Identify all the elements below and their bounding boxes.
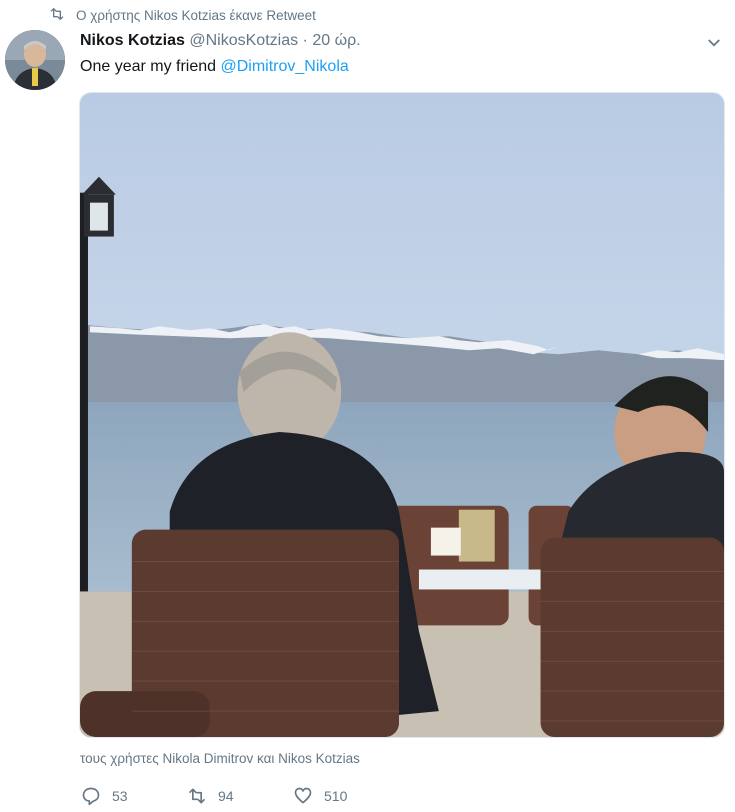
tweet-actions: 53 94 510 xyxy=(80,786,398,806)
like-count: 510 xyxy=(324,788,348,804)
reply-icon xyxy=(82,787,100,806)
tweet-photo[interactable] xyxy=(79,92,725,738)
avatar[interactable] xyxy=(5,30,65,90)
tweet-header: Nikos Kotzias @NikosKotzias · 20 ώρ. xyxy=(80,32,361,50)
heart-icon xyxy=(294,787,312,804)
tagged-users[interactable]: τους χρήστες Nikola Dimitrov και Nikos K… xyxy=(80,751,360,766)
retweet-icon xyxy=(48,6,66,25)
reply-button[interactable]: 53 xyxy=(80,786,186,806)
tweet-text: One year my friend @Dimitrov_Nikola xyxy=(80,58,349,76)
retweet-button[interactable]: 94 xyxy=(186,786,292,806)
author-handle[interactable]: @NikosKotzias xyxy=(189,32,298,49)
mention-link[interactable]: @Dimitrov_Nikola xyxy=(221,58,349,75)
like-button[interactable]: 510 xyxy=(292,786,398,806)
chevron-down-icon[interactable] xyxy=(703,34,725,52)
header-separator: · xyxy=(302,32,308,49)
retweet-count: 94 xyxy=(218,788,234,804)
reply-count: 53 xyxy=(112,788,128,804)
author-name[interactable]: Nikos Kotzias xyxy=(80,32,185,49)
retweet-notice-text: Ο χρήστης Nikos Kotzias έκανε Retweet xyxy=(76,8,316,23)
retweet-notice: Ο χρήστης Nikos Kotzias έκανε Retweet xyxy=(48,6,316,25)
retweet-icon xyxy=(188,788,206,804)
tweet-text-body: One year my friend xyxy=(80,58,221,75)
timestamp[interactable]: 20 ώρ. xyxy=(312,32,360,49)
